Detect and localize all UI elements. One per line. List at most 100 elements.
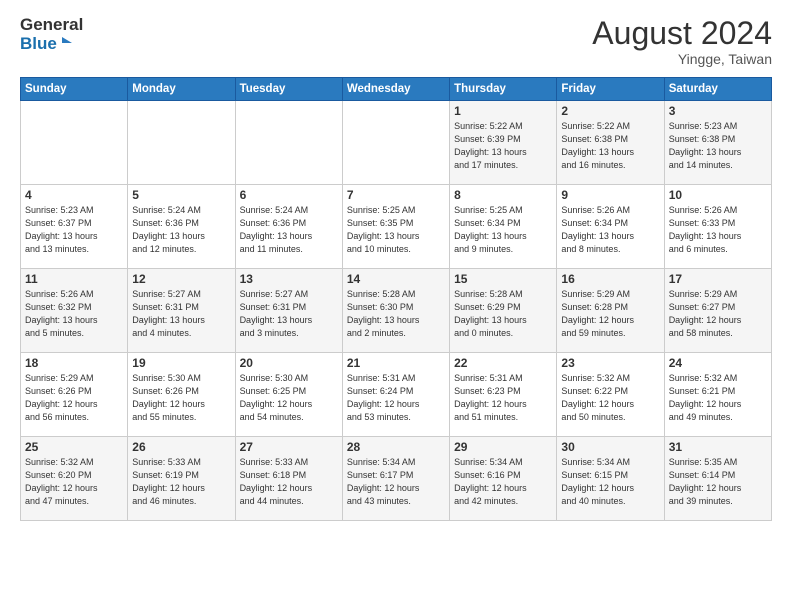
week-row-5: 25 Sunrise: 5:32 AM Sunset: 6:20 PM Dayli… [21, 437, 772, 521]
day-cell: 30Sunrise: 5:34 AM Sunset: 6:15 PM Dayli… [557, 437, 664, 521]
day-number: 5 [132, 188, 230, 202]
col-tuesday: Tuesday [235, 78, 342, 101]
day-cell: 10 Sunrise: 5:26 AM Sunset: 6:33 PM Dayli… [664, 185, 771, 269]
day-cell: 3 Sunrise: 5:23 AM Sunset: 6:38 PM Daylig… [664, 101, 771, 185]
day-info: Sunrise: 5:26 AM Sunset: 6:34 PM Dayligh… [561, 204, 659, 256]
logo: General Blue [20, 16, 83, 53]
day-cell: 31 Sunrise: 5:35 AM Sunset: 6:14 PM Dayli… [664, 437, 771, 521]
day-number: 26 [132, 440, 230, 454]
day-cell: 7 Sunrise: 5:25 AM Sunset: 6:35 PM Daylig… [342, 185, 449, 269]
day-cell: 25 Sunrise: 5:32 AM Sunset: 6:20 PM Dayli… [21, 437, 128, 521]
header-row: Sunday Monday Tuesday Wednesday Thursday… [21, 78, 772, 101]
day-cell [235, 101, 342, 185]
col-saturday: Saturday [664, 78, 771, 101]
day-cell: 2 Sunrise: 5:22 AM Sunset: 6:38 PM Daylig… [557, 101, 664, 185]
page: General Blue August 2024 Yingge, Taiwan … [0, 0, 792, 531]
day-number: 16 [561, 272, 659, 286]
day-number: 29 [454, 440, 552, 454]
day-info: Sunrise: 5:24 AM Sunset: 6:36 PM Dayligh… [240, 204, 338, 256]
day-number: 19 [132, 356, 230, 370]
day-cell: 26 Sunrise: 5:33 AM Sunset: 6:19 PM Dayli… [128, 437, 235, 521]
day-number: 27 [240, 440, 338, 454]
day-info: Sunrise: 5:31 AM Sunset: 6:24 PM Dayligh… [347, 372, 445, 424]
day-number: 8 [454, 188, 552, 202]
day-info: Sunrise: 5:34 AM Sunset: 6:15 PM Dayligh… [561, 456, 659, 508]
day-cell: 18Sunrise: 5:29 AM Sunset: 6:26 PM Dayli… [21, 353, 128, 437]
col-thursday: Thursday [450, 78, 557, 101]
day-number: 21 [347, 356, 445, 370]
logo-blue-svg: Blue [20, 35, 72, 53]
col-monday: Monday [128, 78, 235, 101]
day-info: Sunrise: 5:35 AM Sunset: 6:14 PM Dayligh… [669, 456, 767, 508]
day-info: Sunrise: 5:28 AM Sunset: 6:29 PM Dayligh… [454, 288, 552, 340]
day-number: 31 [669, 440, 767, 454]
day-number: 25 [25, 440, 123, 454]
col-wednesday: Wednesday [342, 78, 449, 101]
day-cell: 29Sunrise: 5:34 AM Sunset: 6:16 PM Dayli… [450, 437, 557, 521]
day-number: 14 [347, 272, 445, 286]
day-info: Sunrise: 5:32 AM Sunset: 6:20 PM Dayligh… [25, 456, 123, 508]
day-cell: 28 Sunrise: 5:34 AM Sunset: 6:17 PM Dayli… [342, 437, 449, 521]
day-cell: 20 Sunrise: 5:30 AM Sunset: 6:25 PM Dayli… [235, 353, 342, 437]
day-info: Sunrise: 5:26 AM Sunset: 6:32 PM Dayligh… [25, 288, 123, 340]
day-number: 10 [669, 188, 767, 202]
day-cell: 9Sunrise: 5:26 AM Sunset: 6:34 PM Daylig… [557, 185, 664, 269]
day-cell [342, 101, 449, 185]
day-info: Sunrise: 5:31 AM Sunset: 6:23 PM Dayligh… [454, 372, 552, 424]
day-number: 4 [25, 188, 123, 202]
col-sunday: Sunday [21, 78, 128, 101]
day-cell: 4 Sunrise: 5:23 AM Sunset: 6:37 PM Daylig… [21, 185, 128, 269]
day-info: Sunrise: 5:25 AM Sunset: 6:35 PM Dayligh… [347, 204, 445, 256]
day-info: Sunrise: 5:23 AM Sunset: 6:38 PM Dayligh… [669, 120, 767, 172]
day-info: Sunrise: 5:32 AM Sunset: 6:22 PM Dayligh… [561, 372, 659, 424]
week-row-1: 1 Sunrise: 5:22 AM Sunset: 6:39 PM Daylig… [21, 101, 772, 185]
day-cell: 11 Sunrise: 5:26 AM Sunset: 6:32 PM Dayli… [21, 269, 128, 353]
day-number: 22 [454, 356, 552, 370]
day-cell: 12Sunrise: 5:27 AM Sunset: 6:31 PM Dayli… [128, 269, 235, 353]
day-info: Sunrise: 5:30 AM Sunset: 6:25 PM Dayligh… [240, 372, 338, 424]
day-info: Sunrise: 5:24 AM Sunset: 6:36 PM Dayligh… [132, 204, 230, 256]
day-info: Sunrise: 5:34 AM Sunset: 6:17 PM Dayligh… [347, 456, 445, 508]
day-number: 24 [669, 356, 767, 370]
day-number: 2 [561, 104, 659, 118]
day-info: Sunrise: 5:29 AM Sunset: 6:28 PM Dayligh… [561, 288, 659, 340]
day-cell: 27 Sunrise: 5:33 AM Sunset: 6:18 PM Dayli… [235, 437, 342, 521]
day-info: Sunrise: 5:26 AM Sunset: 6:33 PM Dayligh… [669, 204, 767, 256]
header: General Blue August 2024 Yingge, Taiwan [20, 16, 772, 67]
day-cell: 6 Sunrise: 5:24 AM Sunset: 6:36 PM Daylig… [235, 185, 342, 269]
day-cell [21, 101, 128, 185]
day-cell: 1 Sunrise: 5:22 AM Sunset: 6:39 PM Daylig… [450, 101, 557, 185]
day-cell: 21 Sunrise: 5:31 AM Sunset: 6:24 PM Dayli… [342, 353, 449, 437]
day-info: Sunrise: 5:30 AM Sunset: 6:26 PM Dayligh… [132, 372, 230, 424]
day-number: 3 [669, 104, 767, 118]
day-number: 1 [454, 104, 552, 118]
week-row-3: 11 Sunrise: 5:26 AM Sunset: 6:32 PM Dayli… [21, 269, 772, 353]
day-info: Sunrise: 5:28 AM Sunset: 6:30 PM Dayligh… [347, 288, 445, 340]
day-info: Sunrise: 5:23 AM Sunset: 6:37 PM Dayligh… [25, 204, 123, 256]
day-number: 11 [25, 272, 123, 286]
day-number: 12 [132, 272, 230, 286]
day-number: 7 [347, 188, 445, 202]
day-number: 28 [347, 440, 445, 454]
day-info: Sunrise: 5:29 AM Sunset: 6:26 PM Dayligh… [25, 372, 123, 424]
svg-text:Blue: Blue [20, 35, 57, 53]
week-row-2: 4 Sunrise: 5:23 AM Sunset: 6:37 PM Daylig… [21, 185, 772, 269]
day-info: Sunrise: 5:22 AM Sunset: 6:39 PM Dayligh… [454, 120, 552, 172]
calendar-table: Sunday Monday Tuesday Wednesday Thursday… [20, 77, 772, 521]
day-cell: 19 Sunrise: 5:30 AM Sunset: 6:26 PM Dayli… [128, 353, 235, 437]
day-number: 17 [669, 272, 767, 286]
day-cell: 22 Sunrise: 5:31 AM Sunset: 6:23 PM Dayli… [450, 353, 557, 437]
day-info: Sunrise: 5:27 AM Sunset: 6:31 PM Dayligh… [240, 288, 338, 340]
day-cell: 8Sunrise: 5:25 AM Sunset: 6:34 PM Daylig… [450, 185, 557, 269]
day-info: Sunrise: 5:22 AM Sunset: 6:38 PM Dayligh… [561, 120, 659, 172]
day-info: Sunrise: 5:33 AM Sunset: 6:18 PM Dayligh… [240, 456, 338, 508]
day-number: 20 [240, 356, 338, 370]
month-year: August 2024 [592, 16, 772, 51]
day-info: Sunrise: 5:33 AM Sunset: 6:19 PM Dayligh… [132, 456, 230, 508]
day-cell: 23Sunrise: 5:32 AM Sunset: 6:22 PM Dayli… [557, 353, 664, 437]
day-number: 6 [240, 188, 338, 202]
day-number: 15 [454, 272, 552, 286]
title-block: August 2024 Yingge, Taiwan [592, 16, 772, 67]
day-cell: 14 Sunrise: 5:28 AM Sunset: 6:30 PM Dayli… [342, 269, 449, 353]
col-friday: Friday [557, 78, 664, 101]
